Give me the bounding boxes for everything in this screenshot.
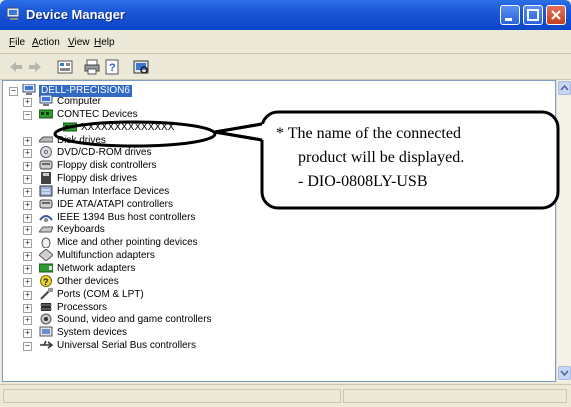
svg-text:?: ? (43, 277, 49, 287)
properties-view-icon[interactable] (57, 59, 73, 75)
hid-icon (39, 185, 53, 197)
chevron-down-icon (560, 370, 569, 377)
expand-toggle[interactable]: + (23, 278, 32, 287)
floppy-icon (41, 172, 51, 184)
tree-category-label: System devices (57, 327, 128, 338)
close-icon (551, 10, 561, 20)
tree-category-label: Universal Serial Bus controllers (57, 340, 196, 351)
tree-category-label: Mice and other pointing devices (57, 237, 198, 248)
help-icon[interactable]: ? (105, 59, 121, 75)
expand-toggle[interactable]: + (23, 291, 32, 300)
mouse-icon (41, 237, 51, 248)
scroll-up-button[interactable] (558, 81, 571, 95)
tree-category-label: Network adapters (57, 263, 136, 274)
menu-help[interactable]: Help (94, 37, 115, 48)
tree-device-label: XXXXXXXXXXXXXX (81, 122, 175, 133)
tree-category-label: Floppy disk drives (57, 173, 138, 184)
expand-toggle[interactable]: + (23, 304, 32, 313)
expand-toggle[interactable]: + (23, 98, 32, 107)
toolbar: ? (0, 54, 571, 80)
computer-icon (22, 84, 36, 95)
expand-toggle[interactable]: + (23, 316, 32, 325)
collapse-toggle[interactable]: − (23, 111, 32, 120)
tree-category-label: CONTEC Devices (57, 109, 138, 120)
tree-category-label: Multifunction adapters (57, 250, 155, 261)
expand-toggle[interactable]: + (23, 149, 32, 158)
dvd-icon (40, 146, 52, 158)
scan-hardware-icon[interactable] (133, 59, 149, 75)
menu-bar: File Action View Help (0, 30, 571, 53)
print-icon[interactable] (84, 59, 100, 75)
status-pane-secondary (343, 389, 567, 403)
chevron-up-icon (560, 84, 569, 91)
collapse-toggle[interactable]: − (9, 87, 18, 96)
multifunction-icon (39, 249, 53, 261)
minimize-icon (505, 18, 512, 21)
pci-card-icon (39, 109, 53, 119)
expand-toggle[interactable]: + (23, 239, 32, 248)
tree-category-label: IEEE 1394 Bus host controllers (57, 212, 196, 223)
device-manager-icon (6, 7, 20, 20)
expand-toggle[interactable]: + (23, 162, 32, 171)
firewire-icon (39, 215, 53, 222)
callout-text: * The name of the connected product will… (264, 122, 554, 194)
forward-arrow-icon[interactable] (27, 59, 43, 75)
callout-line: * The name of the connected (276, 125, 461, 142)
close-button[interactable] (546, 5, 566, 25)
computer-icon (39, 95, 53, 106)
network-icon (39, 263, 53, 273)
title-bar[interactable]: Device Manager (0, 0, 571, 30)
port-icon (40, 288, 53, 300)
expand-toggle[interactable]: + (23, 226, 32, 235)
tree-category-label: Floppy disk controllers (57, 160, 157, 171)
device-manager-window: Device Manager File Action View Help ? −… (0, 0, 571, 407)
expand-toggle[interactable]: + (23, 252, 32, 261)
tree-category-label: Sound, video and game controllers (57, 314, 212, 325)
tree-category-label: Processors (57, 302, 108, 313)
tree-category-label: Other devices (57, 276, 119, 287)
tree-category-label: Keyboards (57, 224, 105, 235)
system-icon (39, 326, 53, 337)
expand-toggle[interactable]: + (23, 201, 32, 210)
expand-toggle[interactable]: + (23, 265, 32, 274)
tree-category-label: IDE ATA/ATAPI controllers (57, 199, 173, 210)
tree-category-label: Ports (COM & LPT) (57, 289, 144, 300)
unknown-device-icon: ? (40, 275, 52, 287)
vertical-scrollbar[interactable] (556, 80, 571, 382)
expand-toggle[interactable]: + (23, 137, 32, 146)
pci-card-icon (63, 122, 77, 132)
tree-category-label: Disk drives (57, 135, 106, 146)
usb-icon (40, 340, 53, 349)
menu-file[interactable]: File (9, 37, 25, 48)
menu-action[interactable]: Action (32, 37, 60, 48)
expand-toggle[interactable]: + (23, 175, 32, 184)
disk-drive-icon (39, 136, 53, 143)
expand-toggle[interactable]: + (23, 329, 32, 338)
keyboard-icon (39, 226, 53, 233)
maximize-icon (527, 9, 539, 21)
status-pane-main (3, 389, 341, 403)
scroll-down-button[interactable] (558, 366, 571, 380)
callout-line: - DIO-0808LY-USB (298, 173, 428, 190)
controller-icon (39, 199, 53, 209)
back-arrow-icon[interactable] (8, 59, 24, 75)
maximize-button[interactable] (523, 5, 543, 25)
minimize-button[interactable] (500, 5, 520, 25)
expand-toggle[interactable]: + (23, 214, 32, 223)
tree-category-label: Human Interface Devices (57, 186, 170, 197)
menu-view[interactable]: View (68, 37, 90, 48)
controller-icon (39, 160, 53, 170)
tree-category-label: DVD/CD-ROM drives (57, 147, 152, 158)
svg-text:?: ? (109, 62, 116, 74)
processor-icon (40, 303, 52, 311)
sound-icon (40, 313, 52, 325)
callout-line: product will be displayed. (298, 149, 465, 166)
tree-category-label: Computer (57, 96, 101, 107)
window-title: Device Manager (26, 7, 125, 22)
status-bar (0, 384, 571, 407)
expand-toggle[interactable]: + (23, 188, 32, 197)
collapse-toggle[interactable]: − (23, 342, 32, 351)
